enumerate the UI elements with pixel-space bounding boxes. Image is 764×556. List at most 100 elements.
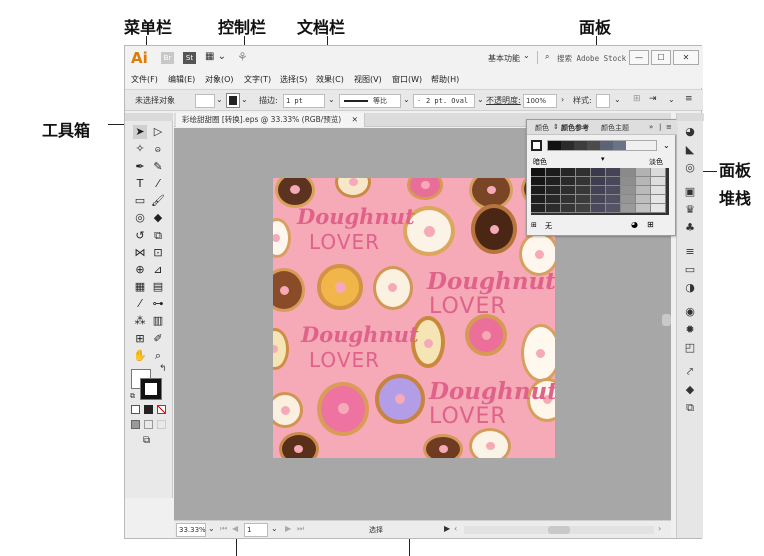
horizontal-scroll-thumb[interactable] — [548, 526, 570, 534]
hscroll-right-icon[interactable]: › — [658, 524, 661, 533]
stock-search-input[interactable]: 搜索 Adobe Stock — [557, 53, 626, 64]
rotate-tool-icon[interactable]: ↺ — [133, 229, 147, 243]
horizontal-scrollbar[interactable] — [464, 526, 654, 534]
bridge-button[interactable]: Br — [161, 52, 174, 64]
stroke-color-swatch[interactable] — [226, 93, 240, 108]
rectangle-tool-icon[interactable]: ▭ — [133, 194, 147, 208]
stroke-swatch[interactable] — [140, 378, 162, 400]
color-variation-swatch[interactable] — [591, 177, 606, 186]
color-variation-swatch[interactable] — [576, 195, 591, 204]
fill-chevron-icon[interactable]: ⌄ — [216, 95, 223, 104]
free-transform-tool-icon[interactable]: ⊡ — [151, 246, 165, 260]
appearance-panel-icon[interactable]: ◉ — [683, 305, 697, 319]
color-variations-grid[interactable] — [531, 168, 669, 215]
color-variation-swatch[interactable] — [591, 168, 606, 177]
workspace-chevron-icon[interactable]: ⌄ — [523, 51, 530, 60]
blend-tool-icon[interactable]: ⊶ — [151, 297, 165, 311]
opacity-label[interactable]: 不透明度: — [486, 95, 521, 106]
none-mode-icon[interactable] — [157, 405, 166, 414]
color-variation-swatch[interactable] — [546, 186, 561, 195]
draw-normal-icon[interactable] — [131, 420, 140, 429]
color-variation-swatch[interactable] — [636, 195, 651, 204]
color-variation-swatch[interactable] — [546, 168, 561, 177]
minimize-button[interactable]: — — [629, 50, 649, 65]
last-artboard-icon[interactable]: ⏭ — [297, 524, 304, 534]
transform-chevron-icon[interactable]: ⌄ — [668, 95, 675, 104]
color-variation-swatch[interactable] — [621, 186, 636, 195]
artboard-tool-icon[interactable]: ⊞ — [133, 332, 147, 346]
color-variation-swatch[interactable] — [606, 168, 621, 177]
color-variation-swatch[interactable] — [561, 204, 576, 213]
save-to-swatches-icon[interactable]: ⊞ — [647, 220, 654, 229]
stock-button[interactable]: St — [183, 52, 196, 64]
image-panel-icon[interactable]: ▣ — [683, 185, 697, 199]
transparency-panel-icon[interactable]: ◑ — [683, 281, 697, 295]
color-variation-swatch[interactable] — [546, 177, 561, 186]
color-variation-swatch[interactable] — [531, 168, 546, 177]
next-artboard-icon[interactable]: ▶ — [285, 524, 291, 533]
color-variation-swatch[interactable] — [531, 195, 546, 204]
brushes-panel-icon[interactable]: ♛ — [683, 203, 697, 217]
toolbox-grip[interactable] — [125, 113, 173, 121]
zoom-level-input[interactable]: 33.33% — [176, 523, 206, 537]
color-variation-swatch[interactable] — [591, 204, 606, 213]
color-variation-swatch[interactable] — [651, 195, 666, 204]
harmony-rules-strip[interactable] — [547, 140, 657, 151]
document-tab[interactable]: 彩绘甜甜圈 [转换].eps @ 33.33% (RGB/预览) ✕ — [176, 113, 365, 127]
color-variation-swatch[interactable] — [606, 204, 621, 213]
color-mode-icon[interactable] — [131, 405, 140, 414]
zoom-tool-icon[interactable]: ⌕ — [151, 349, 165, 363]
shaper-tool-icon[interactable]: ◎ — [133, 211, 147, 225]
color-panel-icon[interactable]: ◕ — [683, 125, 697, 139]
prev-artboard-icon[interactable]: ◀ — [232, 524, 238, 533]
edit-colors-icon[interactable]: ◕ — [631, 220, 638, 229]
control-menu-icon[interactable]: ≡ — [685, 94, 693, 104]
color-variation-swatch[interactable] — [576, 168, 591, 177]
shape-builder-tool-icon[interactable]: ⊕ — [133, 263, 147, 277]
opacity-arrow-icon[interactable]: › — [561, 95, 564, 104]
menu-type[interactable]: 文字(T) — [244, 74, 271, 85]
color-guide-panel-icon[interactable]: ◣ — [683, 143, 697, 157]
default-fill-stroke-icon[interactable]: ⧉ — [130, 392, 135, 401]
selection-tool-icon[interactable]: ➤ — [133, 125, 147, 139]
color-variation-swatch[interactable] — [636, 177, 651, 186]
document-tab-close-icon[interactable]: ✕ — [352, 115, 358, 124]
color-variation-swatch[interactable] — [621, 195, 636, 204]
color-variation-swatch[interactable] — [561, 186, 576, 195]
color-variation-swatch[interactable] — [576, 177, 591, 186]
column-graph-tool-icon[interactable]: ▥ — [151, 314, 165, 328]
stroke-panel-icon[interactable]: ≡ — [683, 245, 697, 259]
color-variation-swatch[interactable] — [621, 204, 636, 213]
brush-definition[interactable]: · 2 pt. Oval — [413, 94, 475, 108]
type-tool-icon[interactable]: T — [133, 177, 147, 191]
hscroll-left-icon[interactable]: ‹ — [454, 524, 457, 533]
color-variation-swatch[interactable] — [591, 195, 606, 204]
transform-icon[interactable]: ⇥ — [649, 94, 657, 104]
color-variation-swatch[interactable] — [576, 204, 591, 213]
hand-tool-icon[interactable]: ✋ — [133, 349, 147, 363]
color-variation-swatch[interactable] — [621, 177, 636, 186]
zoom-chevron-icon[interactable]: ⌄ — [208, 524, 215, 533]
opacity-input[interactable]: 100% — [523, 94, 557, 108]
gradient-mode-icon[interactable] — [144, 405, 153, 414]
artboard-number-input[interactable]: 1 — [244, 523, 268, 537]
gradient-tool-icon[interactable]: ▤ — [151, 280, 165, 294]
harmony-chevron-icon[interactable]: ⌄ — [663, 141, 670, 150]
status-menu-arrow-icon[interactable]: ▶ — [444, 524, 450, 533]
scale-tool-icon[interactable]: ⧉ — [151, 229, 165, 243]
menu-object[interactable]: 对象(O) — [205, 74, 234, 85]
variable-width-profile[interactable]: 等比 — [339, 94, 401, 108]
fill-color-swatch[interactable] — [195, 94, 215, 108]
color-themes-panel-icon[interactable]: ◎ — [683, 161, 697, 175]
color-variation-swatch[interactable] — [651, 168, 666, 177]
color-variation-swatch[interactable] — [591, 186, 606, 195]
color-variation-swatch[interactable] — [606, 186, 621, 195]
pen-tool-icon[interactable]: ✒ — [133, 160, 147, 174]
color-variation-swatch[interactable] — [561, 168, 576, 177]
menu-file[interactable]: 文件(F) — [131, 74, 158, 85]
brush-chevron-icon[interactable]: ⌄ — [477, 95, 484, 104]
gradient-panel-icon[interactable]: ▭ — [683, 263, 697, 277]
slice-tool-icon[interactable]: ✐ — [151, 332, 165, 346]
color-variation-swatch[interactable] — [651, 204, 666, 213]
menu-effect[interactable]: 效果(C) — [316, 74, 344, 85]
